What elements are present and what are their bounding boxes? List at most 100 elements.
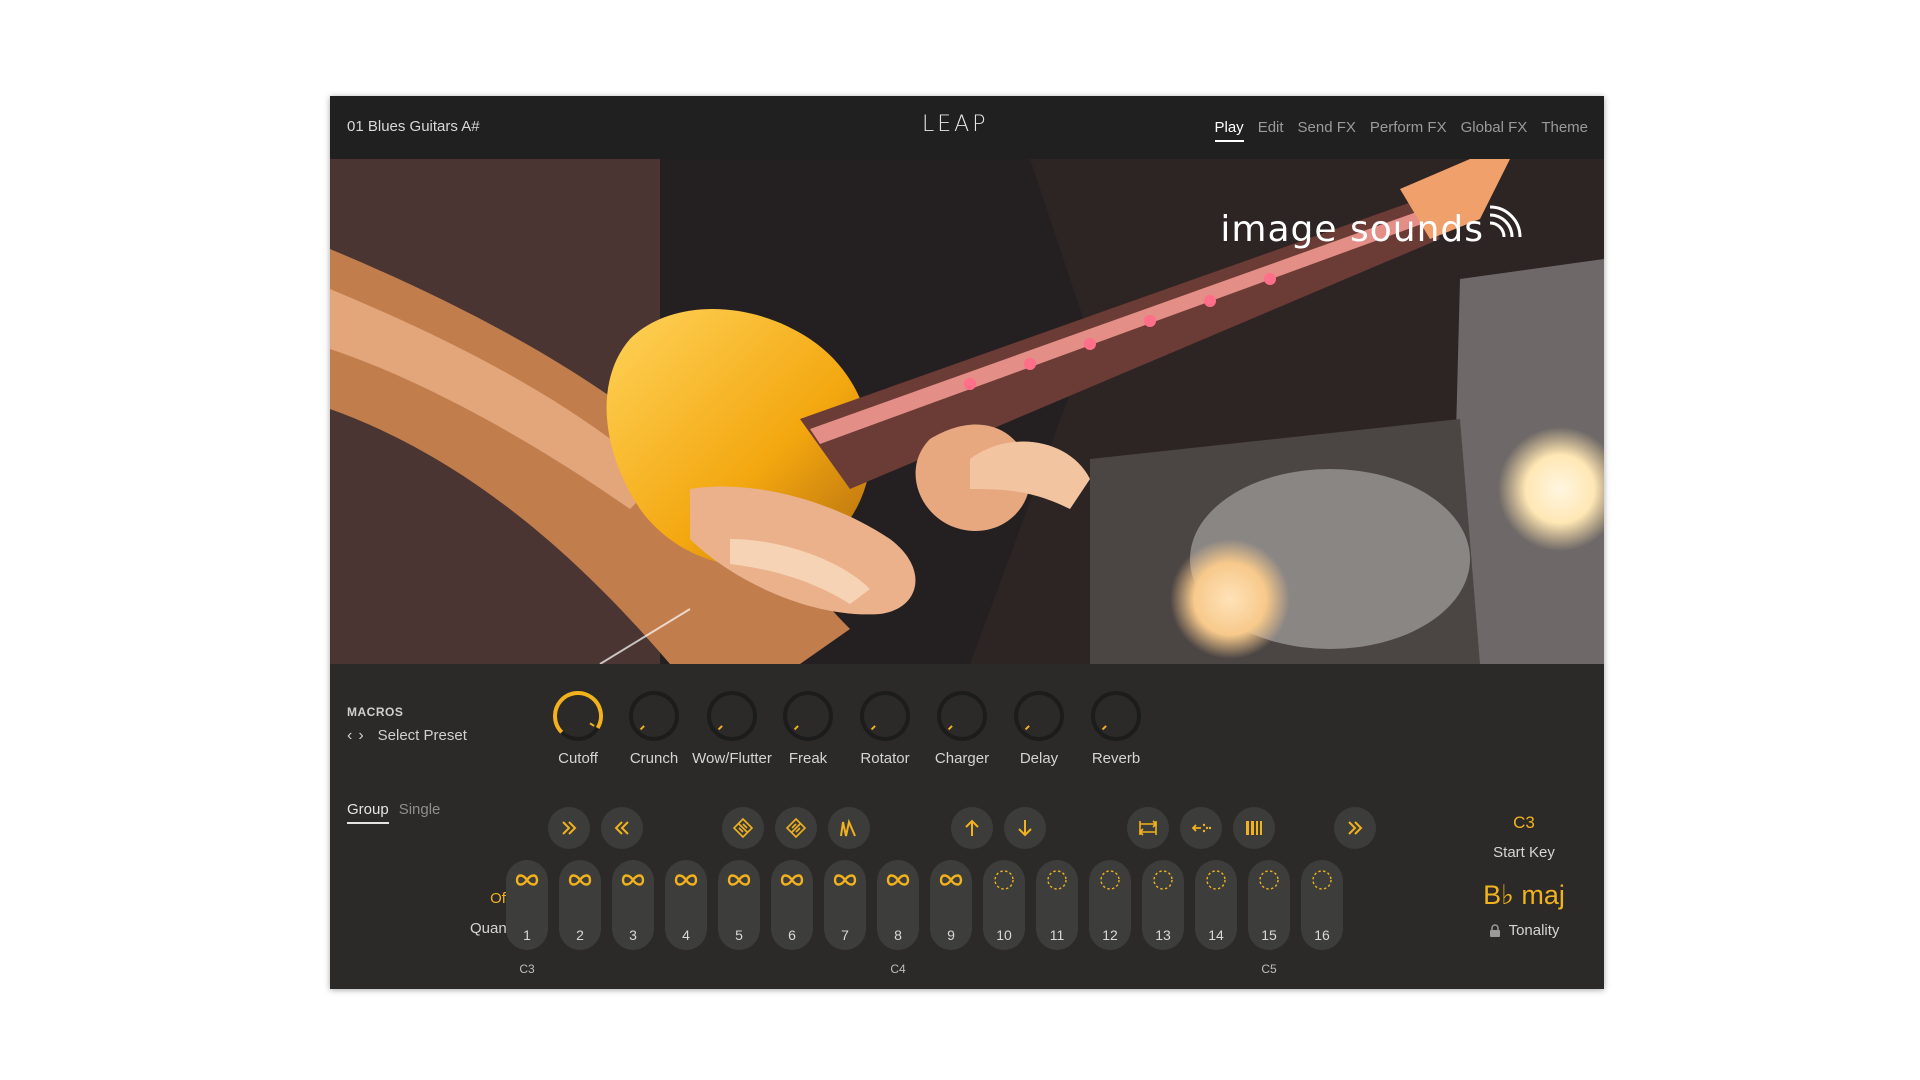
fast-forward-button[interactable] <box>548 807 590 849</box>
knob-dial-icon[interactable] <box>1090 690 1142 742</box>
reverse-diamond-button[interactable] <box>722 807 764 849</box>
pitch-down-icon <box>1018 820 1032 837</box>
key-pad-4[interactable]: 4 <box>665 860 707 950</box>
empty-slot-icon <box>1259 870 1279 890</box>
empty-slot-icon <box>1100 870 1120 890</box>
key-pad-2[interactable]: 2 <box>559 860 601 950</box>
select-preset-button[interactable]: Select Preset <box>378 727 467 744</box>
performance-panel: MACROS ‹ › Select Preset Cutoff Crunch Wow… <box>330 664 1604 989</box>
octave-label-c3: C3 <box>519 962 535 976</box>
pitch-up-button[interactable] <box>951 807 993 849</box>
knob-dial-icon[interactable] <box>706 690 758 742</box>
reverse-diamond-icon <box>732 817 754 839</box>
octave-label-c4: C4 <box>890 962 906 976</box>
loop-infinity-icon <box>674 874 698 886</box>
key-pad-number: 10 <box>996 927 1012 943</box>
key-pad-number: 5 <box>735 927 743 943</box>
tab-global-fx[interactable]: Global FX <box>1461 119 1528 142</box>
knob-dial-icon[interactable] <box>628 690 680 742</box>
key-pad-number: 13 <box>1155 927 1171 943</box>
key-pad-number: 15 <box>1261 927 1277 943</box>
key-pad-6[interactable]: 6 <box>771 860 813 950</box>
key-pad-number: 9 <box>947 927 955 943</box>
slice-button[interactable] <box>1233 807 1275 849</box>
key-pad-12[interactable]: 12 <box>1089 860 1131 950</box>
knob-dial-icon[interactable] <box>859 690 911 742</box>
loop-infinity-icon <box>939 874 963 886</box>
key-pad-1[interactable]: 1 <box>506 860 548 950</box>
previous-macro-preset-icon[interactable]: ‹ <box>347 727 352 744</box>
key-pad-16[interactable]: 16 <box>1301 860 1343 950</box>
slice-icon <box>1246 821 1262 835</box>
knob-dial-icon[interactable] <box>936 690 988 742</box>
key-pad-number: 14 <box>1208 927 1224 943</box>
key-pad-9[interactable]: 9 <box>930 860 972 950</box>
tab-single[interactable]: Single <box>399 801 441 824</box>
macro-knob-label: Reverb <box>1091 750 1141 767</box>
key-pad-14[interactable]: 14 <box>1195 860 1237 950</box>
loop-infinity-icon <box>515 874 539 886</box>
key-pad-number: 7 <box>841 927 849 943</box>
loop-infinity-icon <box>780 874 804 886</box>
loop-infinity-icon <box>886 874 910 886</box>
key-pad-number: 3 <box>629 927 637 943</box>
macro-knob-reverb[interactable]: Reverb <box>1068 690 1164 767</box>
loop-infinity-icon <box>568 874 592 886</box>
tab-group[interactable]: Group <box>347 801 389 824</box>
key-pad-number: 11 <box>1049 927 1065 943</box>
knob-dial-icon[interactable] <box>552 690 604 742</box>
header-bar: 01 Blues Guitars A# LEAP Play Edit Send … <box>330 96 1604 159</box>
pitch-down-button[interactable] <box>1004 807 1046 849</box>
macros-title: MACROS <box>347 705 404 719</box>
lock-icon[interactable] <box>1489 924 1501 937</box>
forward-diamond-button[interactable] <box>775 807 817 849</box>
key-pad-11[interactable]: 11 <box>1036 860 1078 950</box>
key-pad-15[interactable]: 15 <box>1248 860 1290 950</box>
rewind-button[interactable] <box>601 807 643 849</box>
loop-infinity-icon <box>833 874 857 886</box>
mode-tabs: Group Single <box>347 801 440 824</box>
next-macro-preset-icon[interactable]: › <box>358 727 363 744</box>
leap-logo: LEAP <box>922 112 989 137</box>
loop-infinity-icon <box>621 874 645 886</box>
image-sounds-brand: image sounds <box>1220 209 1484 250</box>
tab-play[interactable]: Play <box>1214 119 1244 142</box>
empty-slot-icon <box>994 870 1014 890</box>
key-pad-7[interactable]: 7 <box>824 860 866 950</box>
key-pad-5[interactable]: 5 <box>718 860 760 950</box>
empty-slot-icon <box>1047 870 1067 890</box>
key-pad-8[interactable]: 8 <box>877 860 919 950</box>
empty-slot-icon <box>1153 870 1173 890</box>
key-pad-13[interactable]: 13 <box>1142 860 1184 950</box>
signal-waves-icon <box>1489 205 1522 238</box>
forward-diamond-icon <box>785 817 807 839</box>
tab-perform-fx[interactable]: Perform FX <box>1370 119 1447 142</box>
empty-slot-icon <box>1206 870 1226 890</box>
tonality-value[interactable]: B♭ maj <box>1470 880 1578 911</box>
tab-send-fx[interactable]: Send FX <box>1298 119 1356 142</box>
start-key-value[interactable]: C3 <box>1470 813 1578 833</box>
skip-icon <box>1348 821 1363 835</box>
pitch-up-icon <box>965 819 979 836</box>
stretch-button[interactable] <box>1180 807 1222 849</box>
skip-button[interactable] <box>1334 807 1376 849</box>
tonality-row: Tonality <box>1470 922 1578 939</box>
knob-dial-icon[interactable] <box>782 690 834 742</box>
stretch-icon <box>1191 823 1212 833</box>
key-pad-number: 8 <box>894 927 902 943</box>
rewind-icon <box>614 821 629 835</box>
tab-theme[interactable]: Theme <box>1541 119 1588 142</box>
swap-icon <box>1138 820 1158 836</box>
swap-button[interactable] <box>1127 807 1169 849</box>
key-pad-3[interactable]: 3 <box>612 860 654 950</box>
key-pad-number: 2 <box>576 927 584 943</box>
envelope-icon <box>840 818 856 837</box>
tab-edit[interactable]: Edit <box>1258 119 1284 142</box>
preset-name[interactable]: 01 Blues Guitars A# <box>347 118 480 135</box>
knob-dial-icon[interactable] <box>1013 690 1065 742</box>
empty-slot-icon <box>1312 870 1332 890</box>
envelope-button[interactable] <box>828 807 870 849</box>
key-pad-number: 4 <box>682 927 690 943</box>
key-pad-10[interactable]: 10 <box>983 860 1025 950</box>
key-pad-number: 1 <box>523 927 531 943</box>
